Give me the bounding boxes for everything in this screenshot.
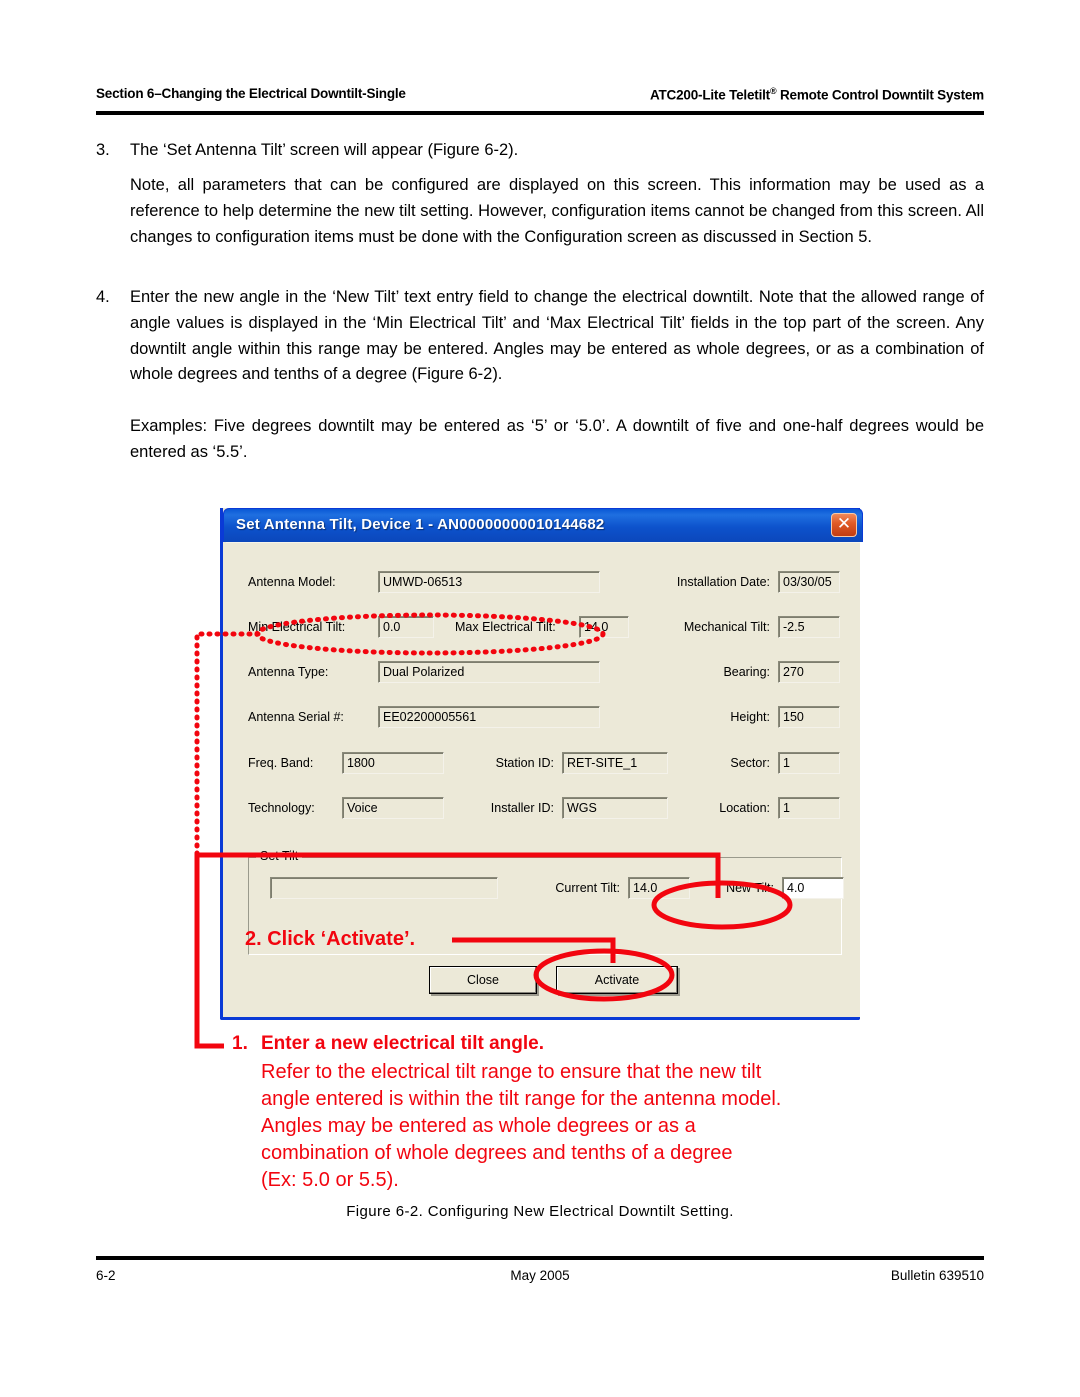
min-electrical-tilt-label: Min Electrical Tilt:	[248, 620, 346, 634]
close-icon[interactable]: ✕	[831, 513, 857, 537]
height-label: Height:	[730, 710, 770, 724]
installation-date-field[interactable]: 03/30/05	[778, 571, 840, 593]
new-tilt-input[interactable]: 4.0	[782, 877, 844, 899]
technology-field[interactable]: Voice	[342, 797, 444, 819]
mechanical-tilt-field[interactable]: -2.5	[778, 616, 840, 638]
bearing-field[interactable]: 270	[778, 661, 840, 683]
list-item-4: 4. Enter the new angle in the ‘New Tilt’…	[96, 285, 984, 388]
technology-label: Technology:	[248, 801, 315, 815]
installation-date-label: Installation Date:	[676, 575, 770, 589]
antenna-type-label: Antenna Type:	[248, 665, 329, 679]
close-button[interactable]: Close	[429, 966, 537, 994]
row-electrical-tilt: Min Electrical Tilt: 0.0 Max Electrical …	[248, 616, 840, 638]
height-field[interactable]: 150	[778, 706, 840, 728]
list-item-3-number: 3.	[96, 141, 110, 159]
footer-date: May 2005	[510, 1268, 570, 1283]
header-rule	[96, 111, 984, 115]
antenna-model-field[interactable]: UMWD-06513	[378, 571, 600, 593]
row-antenna-type: Antenna Type: Dual Polarized Bearing: 27…	[248, 661, 840, 683]
list-item-3: 3. The ‘Set Antenna Tilt’ screen will ap…	[96, 138, 984, 164]
row-antenna-model: Antenna Model: UMWD-06513 Installation D…	[248, 571, 840, 593]
location-label: Location:	[719, 801, 770, 815]
location-field[interactable]: 1	[778, 797, 840, 819]
header-product-tail: Remote Control Downtilt System	[776, 87, 984, 103]
freq-band-label: Freq. Band:	[248, 756, 314, 770]
annotation-step-1-number: 1.	[232, 1033, 248, 1054]
antenna-model-label: Antenna Model:	[248, 575, 336, 589]
antenna-type-field[interactable]: Dual Polarized	[378, 661, 600, 683]
annotation-step-1-line-1: Refer to the electrical tilt range to en…	[261, 1061, 762, 1083]
list-item-4-text: Enter the new angle in the ‘New Tilt’ te…	[130, 288, 984, 384]
sector-field[interactable]: 1	[778, 752, 840, 774]
row-technology: Technology: Voice Installer ID: WGS Loca…	[248, 797, 840, 819]
annotation-step-1-line-4: combination of whole degrees and tenths …	[261, 1142, 733, 1164]
max-electrical-tilt-field[interactable]: 14.0	[579, 616, 629, 638]
page-footer: 6-2 May 2005 Bulletin 639510	[96, 1268, 984, 1290]
annotation-step-1-line-3: Angles may be entered as whole degrees o…	[261, 1115, 696, 1137]
min-electrical-tilt-field[interactable]: 0.0	[378, 616, 434, 638]
current-tilt-label: Current Tilt:	[555, 881, 620, 895]
installer-id-field[interactable]: WGS	[562, 797, 668, 819]
antenna-serial-label: Antenna Serial #:	[248, 710, 344, 724]
sector-label: Sector:	[730, 756, 770, 770]
note-paragraph: Note, all parameters that can be configu…	[130, 176, 984, 246]
current-tilt-field: 14.0	[628, 877, 690, 899]
header-product-main: ATC200-Lite Teletilt	[649, 87, 770, 103]
annotation-step-2: 2. Click ‘Activate’.	[245, 928, 416, 950]
row-freq-band: Freq. Band: 1800 Station ID: RET-SITE_1 …	[248, 752, 840, 774]
freq-band-field[interactable]: 1800	[342, 752, 444, 774]
mechanical-tilt-label: Mechanical Tilt:	[683, 620, 770, 634]
row-antenna-serial: Antenna Serial #: EE02200005561 Height: …	[248, 706, 840, 728]
dialog-title: Set Antenna Tilt, Device 1 - AN000000000…	[236, 516, 605, 533]
examples-paragraph: Examples: Five degrees downtilt may be e…	[130, 417, 984, 461]
annotation-step-1-line-2: angle entered is within the tilt range f…	[261, 1088, 782, 1110]
antenna-serial-field[interactable]: EE02200005561	[378, 706, 600, 728]
max-electrical-tilt-label: Max Electrical Tilt:	[455, 620, 556, 634]
annotation-step-1-line-5: (Ex: 5.0 or 5.5).	[261, 1169, 399, 1191]
footer-rule	[96, 1256, 984, 1260]
list-item-4-number: 4.	[96, 288, 110, 306]
row-set-tilt: Current Tilt: 14.0 New Tilt: 4.0	[270, 877, 844, 899]
station-id-label: Station ID:	[495, 756, 554, 770]
station-id-field[interactable]: RET-SITE_1	[562, 752, 668, 774]
header-product-title: ATC200-Lite Teletilt® Remote Control Dow…	[650, 86, 984, 103]
figure-caption: Figure 6-2. Configuring New Electrical D…	[346, 1203, 734, 1220]
new-tilt-label: New Tilt:	[726, 881, 774, 895]
set-tilt-legend: Set Tilt	[256, 849, 303, 863]
list-item-3-text: The ‘Set Antenna Tilt’ screen will appea…	[130, 141, 519, 159]
dialog-titlebar[interactable]: Set Antenna Tilt, Device 1 - AN000000000…	[223, 508, 863, 542]
installer-id-label: Installer ID:	[490, 801, 554, 815]
page-header: Section 6–Changing the Electrical Downti…	[96, 86, 984, 120]
header-section-title: Section 6–Changing the Electrical Downti…	[96, 86, 406, 101]
bearing-label: Bearing:	[723, 665, 770, 679]
annotation-step-1-title: Enter a new electrical tilt angle.	[261, 1033, 544, 1054]
footer-bulletin: Bulletin 639510	[890, 1268, 984, 1283]
activate-button[interactable]: Activate	[556, 966, 678, 994]
tilt-status-field	[270, 877, 498, 899]
